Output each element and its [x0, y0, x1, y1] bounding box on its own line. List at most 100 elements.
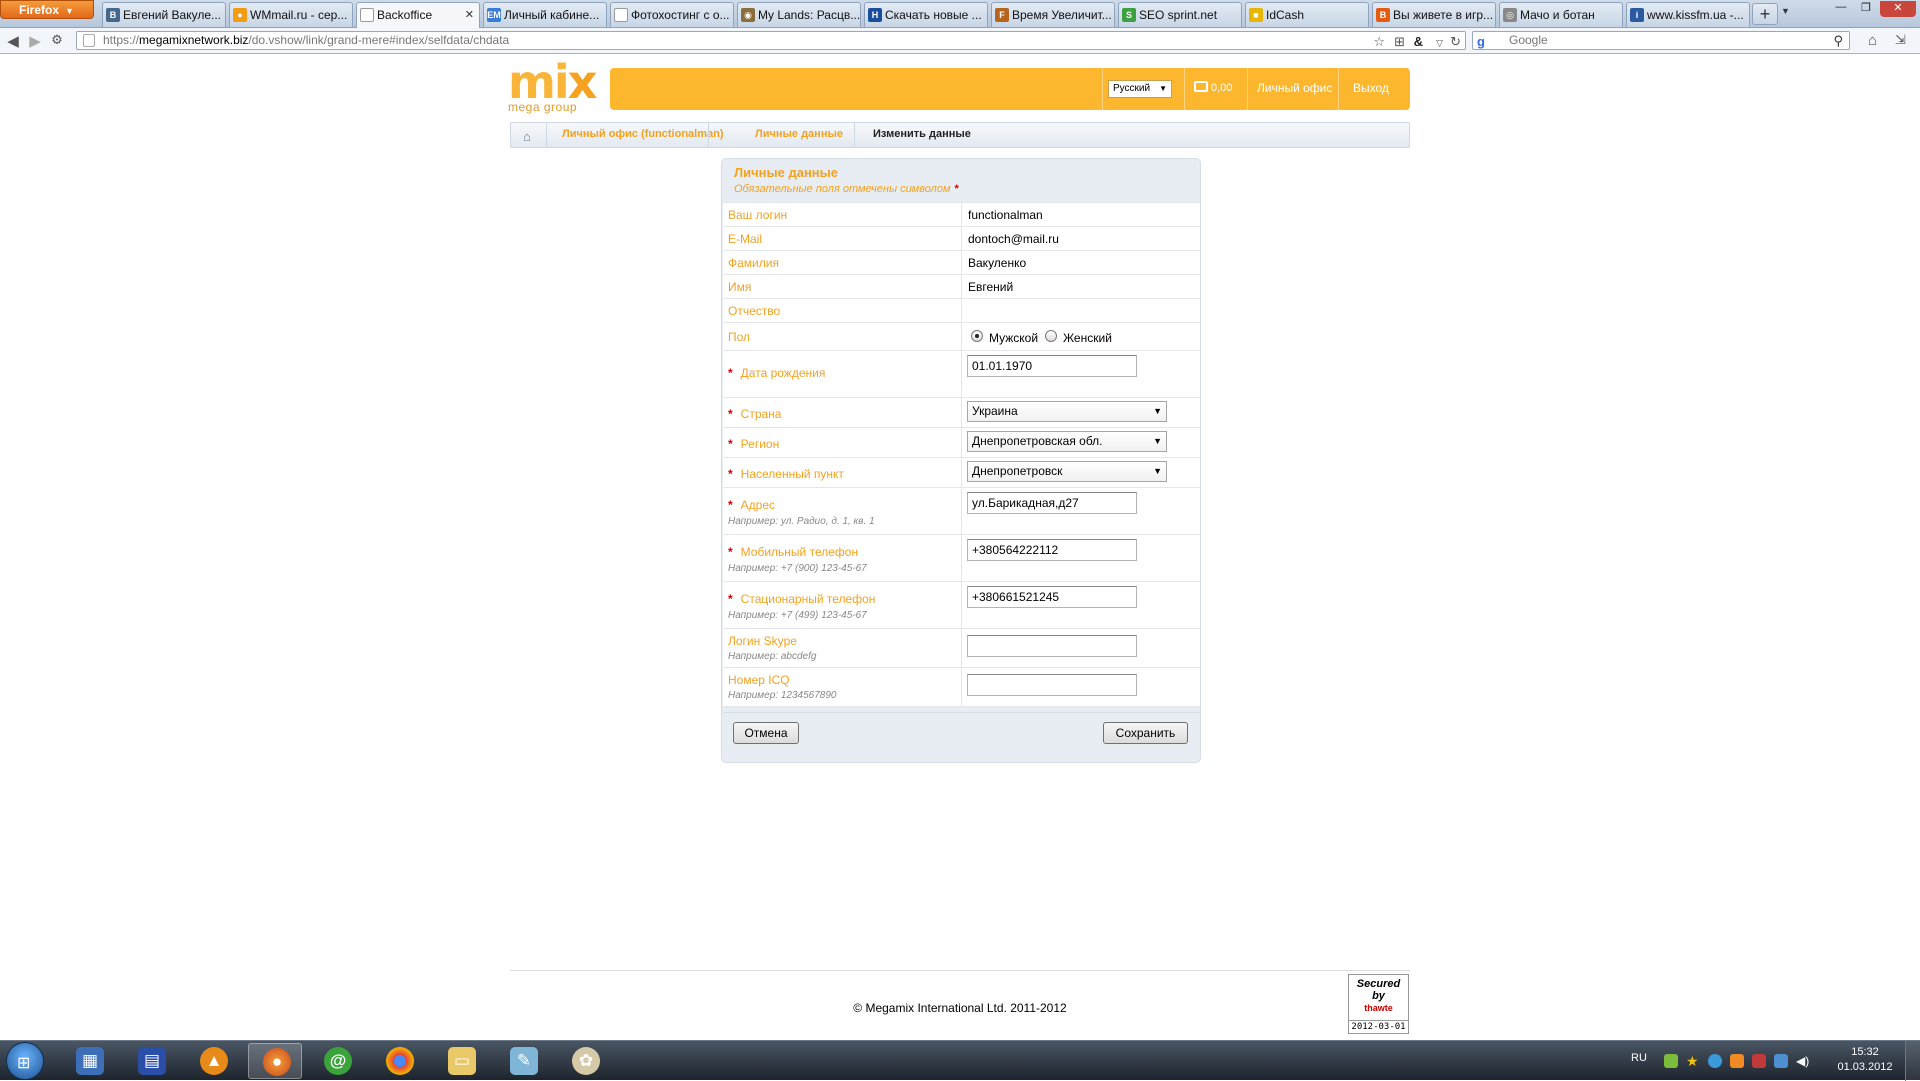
browser-tab[interactable]: S SEO sprint.net	[1118, 2, 1242, 27]
bookmark-star-icon[interactable]: ☆	[1373, 33, 1385, 50]
browser-tab[interactable]: ■ IdCash	[1245, 2, 1369, 27]
browser-tab[interactable]: ● WMmail.ru - сер...	[229, 2, 353, 27]
region-select[interactable]: Днепропетровская обл. ▼	[967, 431, 1167, 452]
language-select[interactable]: Русский ▼	[1108, 80, 1172, 98]
browser-tab[interactable]: Н Скачать новые ...	[864, 2, 988, 27]
cart-icon	[1194, 81, 1208, 92]
input-language[interactable]: RU	[1631, 1052, 1647, 1064]
back-icon[interactable]: ◀	[4, 32, 22, 50]
logout-link[interactable]: Выход	[1353, 81, 1389, 95]
breadcrumb-office[interactable]: Личный офис (functionalman)	[562, 128, 724, 140]
skype-input[interactable]	[967, 635, 1137, 657]
volume-icon[interactable]: ◀)	[1796, 1054, 1810, 1068]
taskbar-app-paint[interactable]: ✿	[558, 1043, 612, 1079]
notification-tray-icon[interactable]	[1730, 1054, 1744, 1068]
lastname-label: Фамилия	[728, 256, 779, 270]
search-icon[interactable]: ⚲	[1833, 32, 1843, 49]
birthdate-input[interactable]: 01.01.1970	[967, 355, 1137, 377]
site-logo[interactable]: mix mega group	[508, 59, 597, 119]
tab-label: www.kissfm.ua -...	[1647, 8, 1744, 22]
history-icon[interactable]: ⚙	[48, 32, 66, 48]
google-icon[interactable]: g	[1477, 33, 1485, 50]
save-button[interactable]: Сохранить	[1103, 722, 1188, 744]
header-divider	[1102, 68, 1103, 110]
close-tab-icon[interactable]: ✕	[465, 3, 474, 27]
ampersand-icon[interactable]: &	[1414, 33, 1423, 50]
action-center-icon[interactable]	[1752, 1054, 1766, 1068]
browser-tab[interactable]: i www.kissfm.ua -...	[1626, 2, 1750, 27]
country-select[interactable]: Украина ▼	[967, 401, 1167, 422]
taskbar-app-mailagent[interactable]: @	[310, 1043, 364, 1079]
tab-favicon-icon: i	[1630, 8, 1644, 22]
form-actions: Отмена Сохранить	[723, 712, 1200, 752]
cancel-button[interactable]: Отмена	[733, 722, 799, 744]
address-bar[interactable]: https://megamixnetwork.biz/do.vshow/link…	[76, 31, 1466, 50]
browser-tab[interactable]: В Евгений Вакуле...	[102, 2, 226, 27]
downloads-icon[interactable]: ⇲	[1895, 32, 1906, 48]
taskbar-app-save[interactable]: ▤	[124, 1043, 178, 1079]
page-identity-icon[interactable]	[83, 34, 95, 47]
login-row: Ваш логин functionalman	[723, 203, 1200, 227]
browser-tab[interactable]: Фотохостинг с о...	[610, 2, 734, 27]
icq-input[interactable]	[967, 674, 1137, 696]
star-tray-icon[interactable]: ★	[1686, 1054, 1700, 1068]
lastname-row: Фамилия Вакуленко	[723, 251, 1200, 275]
seal-date: 2012-03-01	[1349, 1020, 1408, 1033]
breadcrumb-home[interactable]: ⌂	[511, 123, 547, 147]
browser-tab[interactable]: ◎ Мачо и ботан	[1499, 2, 1623, 27]
show-desktop-button[interactable]	[1905, 1041, 1920, 1081]
nvidia-icon[interactable]	[1664, 1054, 1678, 1068]
breadcrumb-personal-data[interactable]: Личные данные	[755, 128, 843, 140]
landline-input[interactable]: +380661521245	[967, 586, 1137, 608]
city-select[interactable]: Днепропетровск ▼	[967, 461, 1167, 482]
tab-favicon-icon: ◎	[1503, 8, 1517, 22]
taskbar-app-notes[interactable]: ✎	[496, 1043, 550, 1079]
taskbar-app-firefox[interactable]: ●	[248, 1043, 302, 1079]
taskbar-app-chrome[interactable]	[372, 1043, 426, 1079]
new-tab-button[interactable]: +	[1752, 3, 1778, 25]
close-window-icon[interactable]: ✕	[1880, 1, 1916, 17]
home-icon[interactable]: ⌂	[1868, 32, 1877, 49]
start-button[interactable]: ⊞	[6, 1042, 44, 1080]
city-value: Днепропетровск	[972, 464, 1063, 478]
taskbar-app-explorer[interactable]: ▦	[62, 1043, 116, 1079]
gender-female-label[interactable]: Женский	[1063, 331, 1112, 345]
url-dropdown-icon[interactable]: ▽	[1436, 35, 1443, 52]
firefox-menu-label: Firefox	[19, 3, 60, 17]
browser-tab[interactable]: EM Личный кабине...	[483, 2, 607, 27]
globe-tray-icon[interactable]	[1708, 1054, 1722, 1068]
gender-male-label[interactable]: Мужской	[989, 331, 1038, 345]
browser-tab[interactable]: B Вы живете в игр...	[1372, 2, 1496, 27]
birthdate-label: * Дата рождения	[728, 366, 826, 380]
mobile-hint: Например: +7 (900) 123-45-67	[728, 563, 867, 574]
mobile-input[interactable]: +380564222112	[967, 539, 1137, 561]
taskbar-app-avast[interactable]: ▲	[186, 1043, 240, 1079]
address-input[interactable]: ул.Барикадная,д27	[967, 492, 1137, 514]
gender-female-radio[interactable]	[1045, 330, 1057, 342]
list-all-tabs-icon[interactable]: ▼	[1781, 6, 1790, 16]
email-value: dontoch@mail.ru	[968, 232, 1059, 246]
taskbar-app-folder[interactable]: ▭	[434, 1043, 488, 1079]
gender-male-radio[interactable]	[971, 330, 983, 342]
browser-tab[interactable]: F Время Увеличит...	[991, 2, 1115, 27]
network-icon[interactable]	[1774, 1054, 1788, 1068]
forward-icon[interactable]: ▶	[26, 32, 44, 50]
browser-tab[interactable]: Backoffice ✕	[356, 2, 480, 28]
search-bar[interactable]: g Google ⚲	[1472, 31, 1850, 50]
tab-favicon-icon: S	[1122, 8, 1136, 22]
office-link[interactable]: Личный офис	[1257, 81, 1332, 95]
breadcrumb-edit-data: Изменить данные	[873, 128, 971, 140]
skype-row: Логин Skype Например: abcdefg	[723, 629, 1200, 668]
thawte-seal[interactable]: Secured by thawte 2012-03-01	[1348, 974, 1409, 1034]
form-title: Личные данные	[734, 165, 838, 180]
browser-tab[interactable]: ◉ My Lands: Расцв...	[737, 2, 861, 27]
restore-icon[interactable]: ❐	[1855, 1, 1877, 17]
paint-icon: ✿	[572, 1047, 600, 1075]
system-clock[interactable]: 15:32 01.03.2012	[1835, 1045, 1895, 1075]
minimize-icon[interactable]: —	[1830, 1, 1852, 17]
icq-hint: Например: 1234567890	[728, 690, 837, 701]
reload-icon[interactable]: ↻	[1450, 33, 1461, 50]
cart-link[interactable]: 0,00	[1194, 81, 1232, 94]
firefox-menu-button[interactable]: Firefox ▼	[0, 0, 94, 19]
translate-icon[interactable]: ⊞	[1394, 33, 1405, 50]
